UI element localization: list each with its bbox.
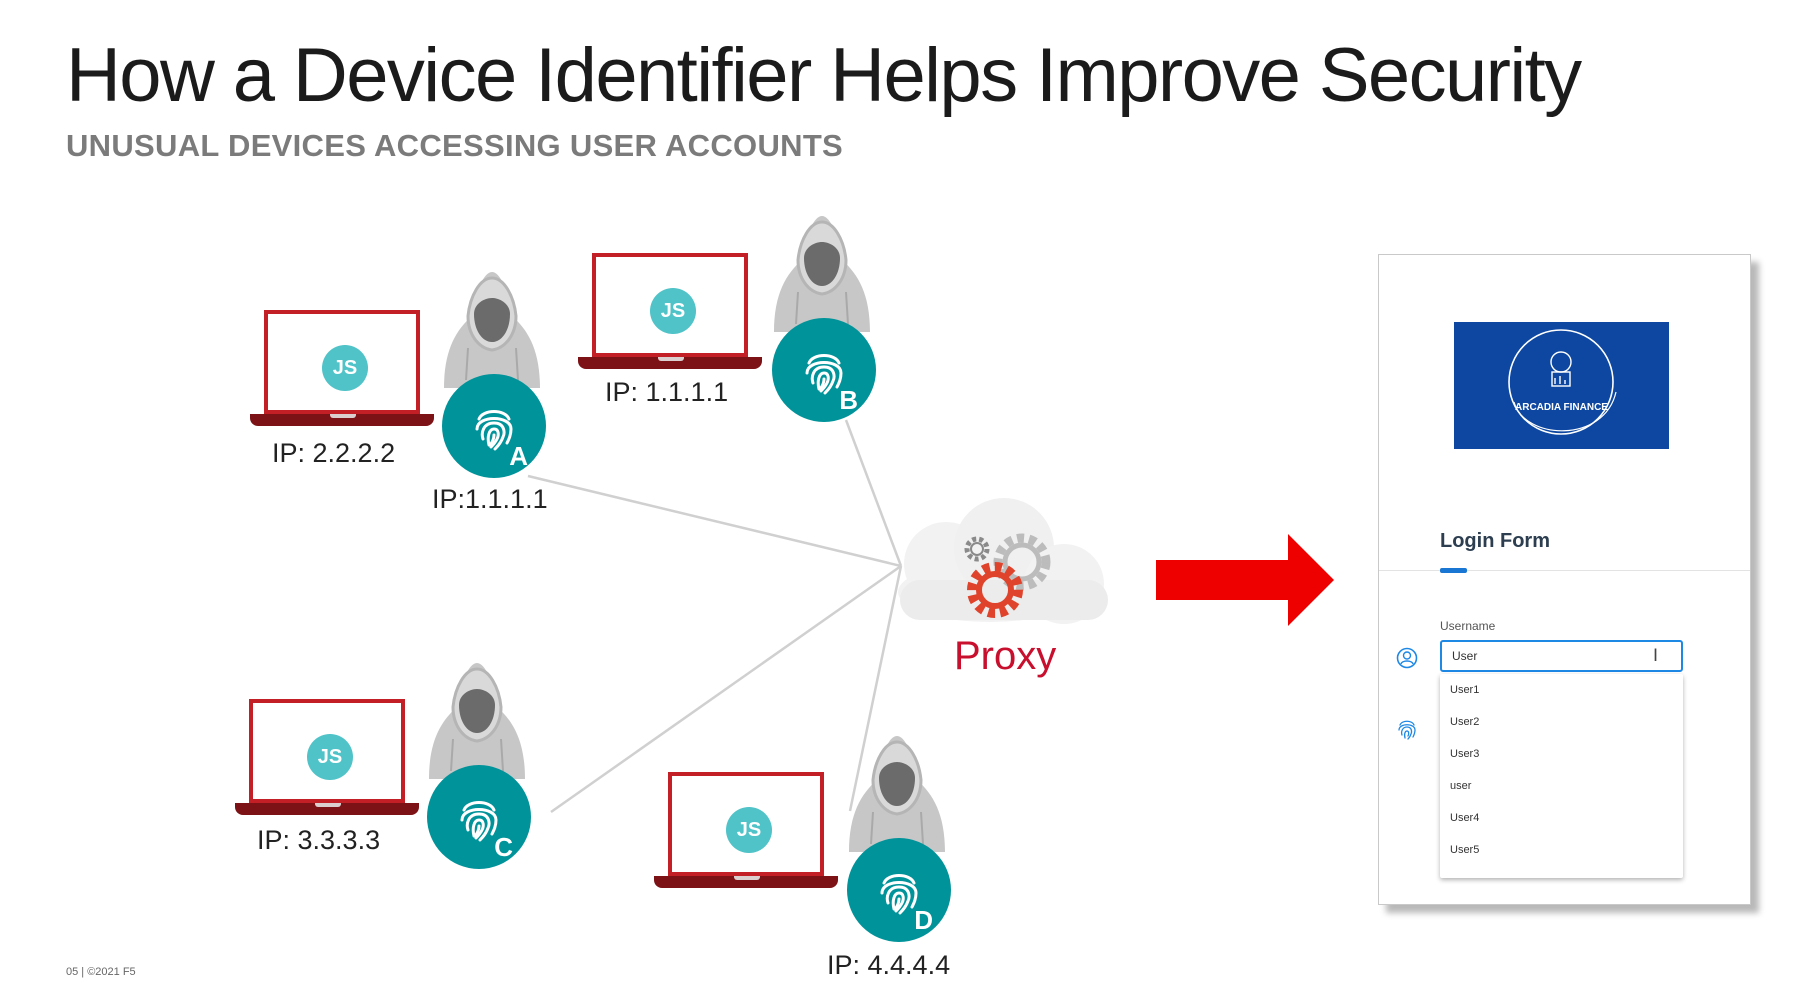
laptop-ip-label-a: IP: 2.2.2.2 [272, 438, 396, 468]
right-arrow-icon [1156, 534, 1334, 626]
js-badge: JS [307, 734, 353, 780]
laptop-ip-label-c: IP: 3.3.3.3 [257, 825, 381, 855]
connection-line-a [527, 474, 902, 568]
js-badge: JS [322, 345, 368, 391]
suggestion-item[interactable]: User3 [1440, 738, 1683, 770]
text-cursor-icon: Ι [1653, 646, 1659, 666]
suggestion-item[interactable]: user [1440, 770, 1683, 802]
fingerprint-badge-d: D [847, 838, 951, 942]
js-badge: JS [726, 807, 772, 853]
user-ip-label-d: IP: 4.4.4.4 [827, 950, 951, 980]
suggestion-item[interactable]: User4 [1440, 802, 1683, 834]
title-underline [1440, 568, 1467, 573]
login-form-title: Login Form [1440, 530, 1550, 552]
fingerprint-icon [1398, 720, 1416, 740]
device-letter: C [494, 832, 513, 862]
suggestion-item[interactable]: User2 [1440, 706, 1683, 738]
username-label: Username [1440, 619, 1496, 633]
user-icon [1396, 647, 1418, 669]
device-letter: D [914, 905, 933, 935]
laptop-screen: JS [592, 253, 748, 359]
footer-text: 05 | ©2021 F5 [66, 966, 136, 978]
laptop-notch [330, 414, 356, 418]
divider [1379, 570, 1750, 571]
suggestion-item[interactable]: User1 [1440, 674, 1683, 706]
laptop-screen: JS [668, 772, 824, 878]
connection-line-b [844, 419, 903, 567]
login-panel: ARCADIA FINANCE Login Form Username Ι Us… [1378, 254, 1751, 905]
fingerprint-badge-c: C [427, 765, 531, 869]
hooded-figure-icon [429, 663, 525, 779]
laptop-notch [315, 803, 341, 807]
laptop-ip-label-b: IP: 1.1.1.1 [605, 377, 729, 407]
username-input[interactable] [1440, 640, 1683, 672]
laptop-screen: JS [249, 699, 405, 805]
hooded-figure-icon [849, 736, 945, 852]
suggestion-item[interactable]: User5 [1440, 834, 1683, 866]
js-badge: JS [650, 288, 696, 334]
laptop-notch [734, 876, 760, 880]
laptop-screen: JS [264, 310, 420, 416]
logo-emblem-icon [1508, 329, 1617, 435]
hooded-figure-icon [444, 272, 540, 388]
username-suggestions-dropdown: User1 User2 User3 user User4 User5 [1440, 674, 1683, 878]
arcadia-finance-logo: ARCADIA FINANCE [1454, 322, 1669, 449]
hooded-figure-icon [774, 216, 870, 332]
fingerprint-badge-a: A [442, 374, 546, 478]
device-letter: A [509, 441, 528, 471]
device-letter: B [839, 385, 858, 415]
user-ip-label-a: IP:1.1.1.1 [432, 484, 548, 514]
fingerprint-badge-b: B [772, 318, 876, 422]
logo-text: ARCADIA FINANCE [1515, 402, 1608, 413]
proxy-label: Proxy [954, 634, 1057, 678]
laptop-notch [658, 357, 684, 361]
